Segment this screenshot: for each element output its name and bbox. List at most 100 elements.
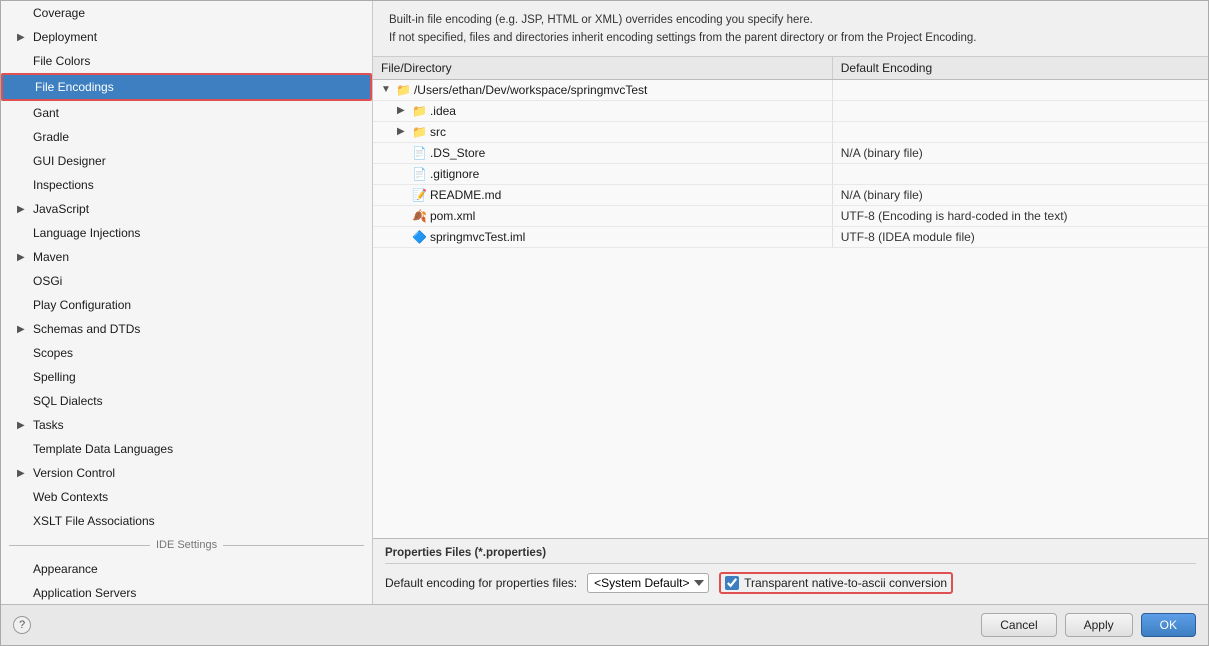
arrow-icon: ▶	[17, 466, 29, 481]
encoding-dropdown[interactable]: <System Default>	[587, 573, 709, 593]
sidebar-item-sql-dialects[interactable]: SQL Dialects	[1, 389, 372, 413]
encoding-cell: UTF-8 (IDEA module file)	[832, 226, 1208, 247]
sidebar-item-file-encodings[interactable]: File Encodings	[1, 73, 372, 101]
file-icon: 📄	[412, 167, 427, 181]
sidebar-item-web-contexts[interactable]: Web Contexts	[1, 485, 372, 509]
sidebar-item-label: Maven	[33, 248, 364, 266]
tree-arrow-icon: ▼	[381, 84, 393, 95]
sidebar-item-label: Template Data Languages	[33, 440, 364, 458]
arrow-icon: ▶	[17, 250, 29, 265]
table-row[interactable]: ▼📁/Users/ethan/Dev/workspace/springmvcTe…	[373, 79, 1208, 100]
tree-label: /Users/ethan/Dev/workspace/springmvcTest	[414, 83, 647, 97]
table-row[interactable]: 📄.gitignore	[373, 163, 1208, 184]
file-icon: 📄	[412, 146, 427, 160]
tree-label: README.md	[430, 188, 501, 202]
sidebar-item-label: Inspections	[33, 176, 364, 194]
col-file-directory: File/Directory	[373, 57, 832, 80]
cancel-button[interactable]: Cancel	[981, 613, 1056, 637]
checkbox-wrapper: Transparent native-to-ascii conversion	[719, 572, 953, 594]
file-iml-icon: 🔷	[412, 230, 427, 244]
sidebar-item-appearance[interactable]: Appearance	[1, 557, 372, 581]
sidebar-item-maven[interactable]: ▶ Maven	[1, 245, 372, 269]
sidebar-item-gradle[interactable]: Gradle	[1, 125, 372, 149]
sidebar-item-label: SQL Dialects	[33, 392, 364, 410]
sidebar-item-schemas-dtds[interactable]: ▶ Schemas and DTDs	[1, 317, 372, 341]
tree-label: springmvcTest.iml	[430, 230, 525, 244]
sidebar-item-spelling[interactable]: Spelling	[1, 365, 372, 389]
table-row[interactable]: 📝README.md N/A (binary file)	[373, 184, 1208, 205]
encoding-cell	[832, 100, 1208, 121]
sidebar-item-label: GUI Designer	[33, 152, 364, 170]
table-row[interactable]: 🔷springmvcTest.iml UTF-8 (IDEA module fil…	[373, 226, 1208, 247]
sidebar-item-deployment[interactable]: ▶ Deployment	[1, 25, 372, 49]
sidebar-item-play-configuration[interactable]: Play Configuration	[1, 293, 372, 317]
sidebar-item-language-injections[interactable]: Language Injections	[1, 221, 372, 245]
sidebar-item-label: File Encodings	[35, 78, 362, 96]
content-header: Built-in file encoding (e.g. JSP, HTML o…	[373, 1, 1208, 57]
file-table-area[interactable]: File/Directory Default Encoding ▼📁/Users…	[373, 57, 1208, 538]
transparent-checkbox-label[interactable]: Transparent native-to-ascii conversion	[744, 576, 947, 590]
help-button[interactable]: ?	[13, 616, 31, 634]
ide-settings-label: IDE Settings	[156, 539, 217, 551]
folder-icon: 📁	[412, 104, 427, 118]
table-row[interactable]: 📄.DS_StoreN/A (binary file)	[373, 142, 1208, 163]
sidebar-item-label: Scopes	[33, 344, 364, 362]
tree-label: src	[430, 125, 446, 139]
encoding-cell: UTF-8 (Encoding is hard-coded in the tex…	[832, 205, 1208, 226]
bottom-bar: ? Cancel Apply OK	[1, 604, 1208, 645]
sidebar-item-tasks[interactable]: ▶ Tasks	[1, 413, 372, 437]
sidebar-item-xslt-file-assoc[interactable]: XSLT File Associations	[1, 509, 372, 533]
sidebar-item-template-data-languages[interactable]: Template Data Languages	[1, 437, 372, 461]
sidebar-item-osgi[interactable]: OSGi	[1, 269, 372, 293]
sidebar-item-gui-designer[interactable]: GUI Designer	[1, 149, 372, 173]
file-md-icon: 📝	[412, 188, 427, 202]
sidebar-item-label: Coverage	[33, 4, 364, 22]
sidebar-item-application-servers[interactable]: Application Servers	[1, 581, 372, 604]
settings-dialog: Coverage ▶ Deployment File Colors File E…	[0, 0, 1209, 646]
encoding-cell: N/A (binary file)	[832, 142, 1208, 163]
properties-label: Default encoding for properties files:	[385, 576, 577, 590]
ok-button[interactable]: OK	[1141, 613, 1196, 637]
table-row[interactable]: ▶📁src	[373, 121, 1208, 142]
sidebar-item-coverage[interactable]: Coverage	[1, 1, 372, 25]
header-line2: If not specified, files and directories …	[389, 29, 1192, 47]
sidebar-item-label: Deployment	[33, 28, 364, 46]
encoding-cell	[832, 121, 1208, 142]
main-content: Built-in file encoding (e.g. JSP, HTML o…	[373, 1, 1208, 604]
folder-icon: 📁	[396, 83, 411, 97]
tree-label: .gitignore	[430, 167, 479, 181]
header-line1: Built-in file encoding (e.g. JSP, HTML o…	[389, 11, 1192, 29]
sidebar-item-label: XSLT File Associations	[33, 512, 364, 530]
sidebar-item-label: Web Contexts	[33, 488, 364, 506]
table-row[interactable]: 🍂pom.xml UTF-8 (Encoding is hard-coded in…	[373, 205, 1208, 226]
table-row[interactable]: ▶📁.idea	[373, 100, 1208, 121]
properties-row: Default encoding for properties files: <…	[385, 572, 1196, 594]
sidebar-item-label: Gradle	[33, 128, 364, 146]
sidebar-item-label: Gant	[33, 104, 364, 122]
arrow-icon: ▶	[17, 30, 29, 45]
apply-button[interactable]: Apply	[1065, 613, 1133, 637]
sidebar-item-gant[interactable]: Gant	[1, 101, 372, 125]
tree-label: pom.xml	[430, 209, 475, 223]
sidebar-item-label: Tasks	[33, 416, 364, 434]
sidebar-item-javascript[interactable]: ▶ JavaScript	[1, 197, 372, 221]
sidebar-item-label: Appearance	[33, 560, 364, 578]
sidebar-item-inspections[interactable]: Inspections	[1, 173, 372, 197]
arrow-icon: ▶	[17, 322, 29, 337]
properties-title: Properties Files (*.properties)	[385, 547, 1196, 564]
sidebar-item-label: Version Control	[33, 464, 364, 482]
sidebar-item-label: Language Injections	[33, 224, 364, 242]
ide-settings-divider: IDE Settings	[1, 533, 372, 557]
file-table: File/Directory Default Encoding ▼📁/Users…	[373, 57, 1208, 248]
sidebar-item-file-colors[interactable]: File Colors	[1, 49, 372, 73]
tree-arrow-icon: ▶	[397, 105, 409, 116]
transparent-checkbox[interactable]	[725, 576, 739, 590]
arrow-icon: ▶	[17, 202, 29, 217]
sidebar-item-label: File Colors	[33, 52, 364, 70]
encoding-cell: N/A (binary file)	[832, 184, 1208, 205]
sidebar-item-label: Schemas and DTDs	[33, 320, 364, 338]
sidebar-item-scopes[interactable]: Scopes	[1, 341, 372, 365]
sidebar-item-label: Application Servers	[33, 584, 364, 602]
file-xml-icon: 🍂	[412, 209, 427, 223]
sidebar-item-version-control[interactable]: ▶ Version Control	[1, 461, 372, 485]
